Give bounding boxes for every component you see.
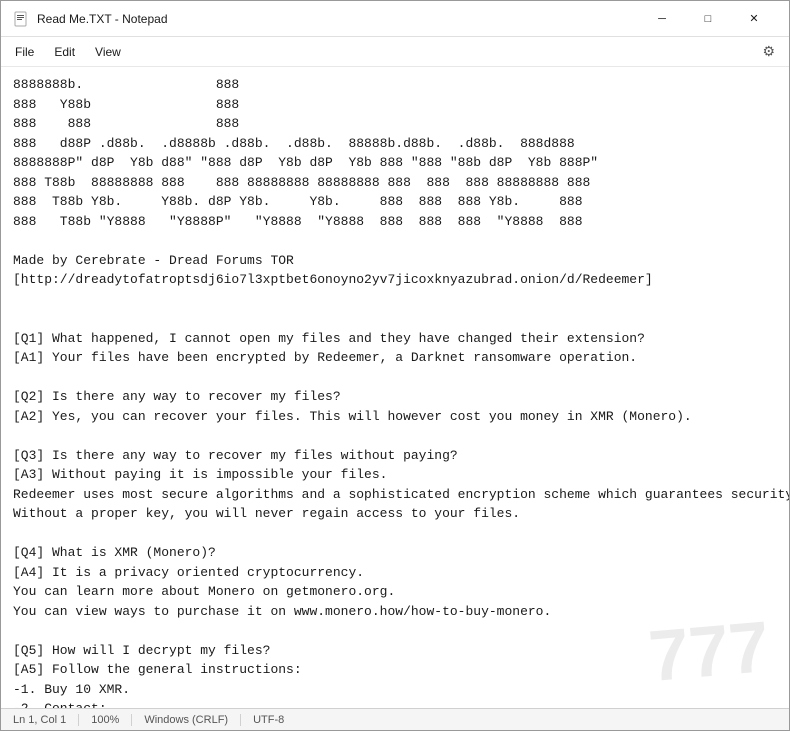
menu-bar: File Edit View ⚙ xyxy=(1,37,789,67)
window-title: Read Me.TXT - Notepad xyxy=(37,12,639,26)
title-bar: Read Me.TXT - Notepad ─ □ ✕ xyxy=(1,1,789,37)
editor-content: 8888888b. 888 888 Y88b 888 888 888 888 8… xyxy=(13,75,777,708)
close-button[interactable]: ✕ xyxy=(731,1,777,37)
cursor-position: Ln 1, Col 1 xyxy=(13,714,79,726)
status-bar: Ln 1, Col 1 100% Windows (CRLF) UTF-8 xyxy=(1,708,789,730)
menu-view[interactable]: View xyxy=(85,41,131,63)
minimize-button[interactable]: ─ xyxy=(639,1,685,37)
settings-gear-icon[interactable]: ⚙ xyxy=(752,39,785,64)
menu-file[interactable]: File xyxy=(5,41,44,63)
zoom-level: 100% xyxy=(79,714,132,726)
menu-edit[interactable]: Edit xyxy=(44,41,85,63)
notepad-window: Read Me.TXT - Notepad ─ □ ✕ File Edit Vi… xyxy=(0,0,790,731)
line-ending: Windows (CRLF) xyxy=(132,714,241,726)
editor-area[interactable]: 8888888b. 888 888 Y88b 888 888 888 888 8… xyxy=(1,67,789,708)
encoding: UTF-8 xyxy=(241,714,296,726)
window-controls: ─ □ ✕ xyxy=(639,1,777,37)
app-icon xyxy=(13,11,29,27)
maximize-button[interactable]: □ xyxy=(685,1,731,37)
